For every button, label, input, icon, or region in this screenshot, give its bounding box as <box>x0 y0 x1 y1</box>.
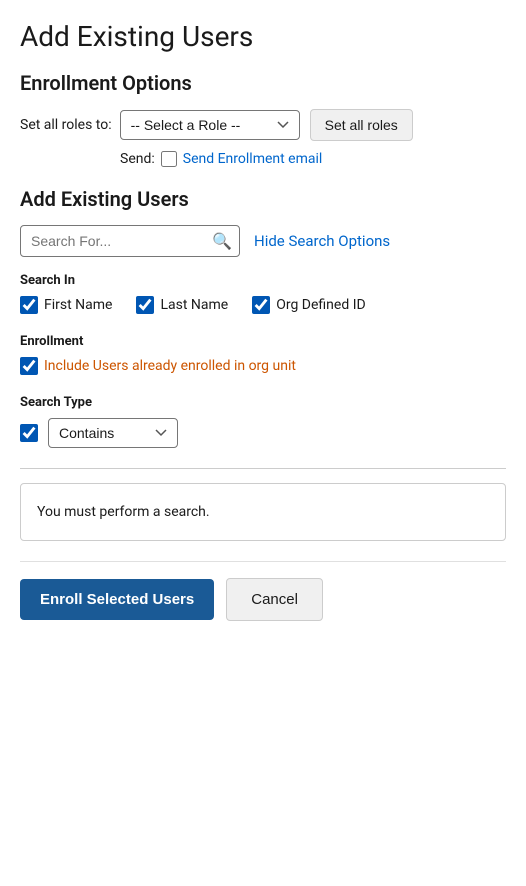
footer-buttons: Enroll Selected Users Cancel <box>20 561 506 641</box>
first-name-checkbox[interactable] <box>20 296 38 314</box>
search-bar-row: 🔍 Hide Search Options <box>20 225 506 257</box>
send-email-row: Send: Send Enrollment email <box>120 151 506 167</box>
add-existing-title: Add Existing Users <box>20 187 506 211</box>
add-existing-section: Add Existing Users 🔍 Hide Search Options… <box>20 187 506 541</box>
divider <box>20 468 506 469</box>
enrollment-options-section: Enrollment Options Set all roles to: -- … <box>20 71 506 167</box>
search-in-checkboxes: First Name Last Name Org Defined ID <box>20 296 506 314</box>
include-enrolled-checkbox[interactable] <box>20 357 38 375</box>
search-icon: 🔍 <box>212 232 232 251</box>
org-id-checkbox-item: Org Defined ID <box>252 296 365 314</box>
send-label: Send: <box>120 151 155 167</box>
search-message-text: You must perform a search. <box>37 504 489 520</box>
first-name-label: First Name <box>44 297 112 313</box>
enroll-selected-users-button[interactable]: Enroll Selected Users <box>20 579 214 620</box>
include-enrolled-checkbox-item: Include Users already enrolled in org un… <box>20 357 296 375</box>
set-roles-row: Set all roles to: -- Select a Role -- Se… <box>20 109 506 141</box>
enrollment-filter-label: Enrollment <box>20 334 506 349</box>
search-message-box: You must perform a search. <box>20 483 506 541</box>
last-name-checkbox[interactable] <box>136 296 154 314</box>
include-enrolled-label: Include Users already enrolled in org un… <box>44 358 296 374</box>
search-type-block: Search Type Contains <box>20 395 506 448</box>
org-id-label: Org Defined ID <box>276 297 365 313</box>
last-name-label: Last Name <box>160 297 228 313</box>
role-select[interactable]: -- Select a Role -- <box>120 110 300 140</box>
cancel-button[interactable]: Cancel <box>226 578 323 621</box>
search-type-checkbox[interactable] <box>20 424 38 442</box>
set-roles-label: Set all roles to: <box>20 117 112 133</box>
search-type-label: Search Type <box>20 395 506 410</box>
set-all-roles-button[interactable]: Set all roles <box>310 109 413 141</box>
hide-search-options-link[interactable]: Hide Search Options <box>254 232 390 250</box>
search-input[interactable] <box>20 225 240 257</box>
first-name-checkbox-item: First Name <box>20 296 112 314</box>
enrollment-options-title: Enrollment Options <box>20 71 506 95</box>
search-type-select[interactable]: Contains <box>48 418 178 448</box>
enrollment-checkboxes: Include Users already enrolled in org un… <box>20 357 506 375</box>
search-input-wrapper: 🔍 <box>20 225 240 257</box>
send-email-checkbox[interactable] <box>161 151 177 167</box>
enrollment-block: Enrollment Include Users already enrolle… <box>20 334 506 375</box>
search-options: Search In First Name Last Name Org Defin… <box>20 273 506 448</box>
search-type-row: Contains <box>20 418 506 448</box>
search-in-block: Search In First Name Last Name Org Defin… <box>20 273 506 314</box>
search-in-label: Search In <box>20 273 506 288</box>
org-id-checkbox[interactable] <box>252 296 270 314</box>
send-email-link[interactable]: Send Enrollment email <box>183 151 323 167</box>
last-name-checkbox-item: Last Name <box>136 296 228 314</box>
page-title: Add Existing Users <box>20 20 506 53</box>
